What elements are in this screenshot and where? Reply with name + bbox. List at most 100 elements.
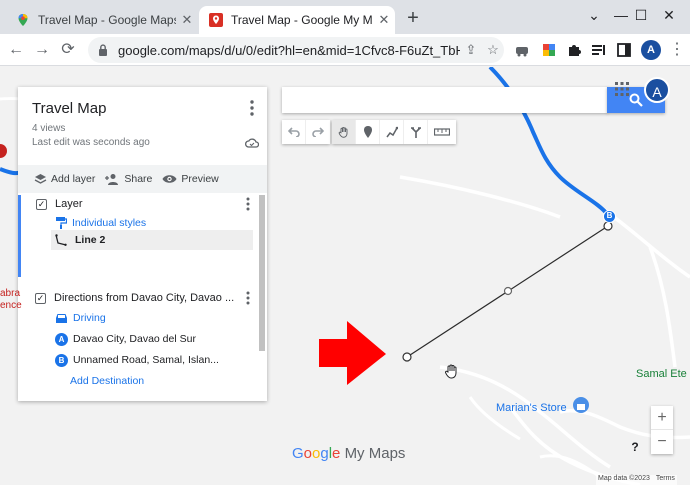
extensions-puzzle-icon[interactable] — [565, 41, 583, 59]
layer-options-icon[interactable] — [243, 197, 253, 211]
more-options-icon[interactable] — [245, 99, 259, 117]
add-marker-icon[interactable] — [356, 120, 380, 144]
layer-name: Layer — [55, 198, 83, 210]
map-search-input[interactable] — [282, 87, 608, 113]
layer-header[interactable]: ✓ Layer — [36, 195, 83, 213]
google-my-maps-logo: Google My Maps — [292, 445, 406, 462]
directions-options-icon[interactable] — [243, 291, 253, 305]
preview-label: Preview — [181, 173, 219, 185]
line-path-icon — [55, 234, 67, 246]
tab-google-maps[interactable]: Travel Map - Google Maps ✕ — [6, 6, 198, 34]
close-tab-icon[interactable]: ✕ — [176, 12, 198, 28]
add-destination-link[interactable]: Add Destination — [70, 373, 144, 389]
stop-a-label: Davao City, Davao del Sur — [73, 333, 196, 345]
profile-avatar[interactable]: A — [641, 40, 661, 60]
stop-b-label: Unnamed Road, Samal, Islan... — [73, 354, 219, 366]
panel-scrollbar[interactable] — [259, 195, 265, 351]
tab-strip: Travel Map - Google Maps ✕ Travel Map - … — [0, 0, 690, 34]
zoom-out-button[interactable]: − — [651, 430, 673, 454]
forward-arrow-icon[interactable]: → — [31, 39, 53, 61]
cloud-saved-icon — [245, 138, 259, 148]
zoom-controls: + − — [651, 406, 673, 454]
add-person-icon — [105, 174, 119, 185]
address-bar[interactable]: google.com/maps/d/u/0/edit?hl=en&mid=1Cf… — [88, 37, 504, 63]
share-label: Share — [124, 173, 153, 185]
directions-layer-header[interactable]: ✓ Directions from Davao City, Davao ... — [35, 289, 245, 307]
map-toolbar — [282, 120, 456, 144]
individual-styles-label: Individual styles — [72, 217, 147, 229]
stop-b-marker: B — [55, 353, 68, 367]
car-icon — [56, 313, 67, 323]
stop-b[interactable]: B Unnamed Road, Samal, Islan... — [55, 352, 219, 368]
google-apps-icon[interactable] — [615, 82, 629, 96]
directions-icon[interactable] — [404, 120, 428, 144]
browser-toolbar: ← → ⟳ google.com/maps/d/u/0/edit?hl=en&m… — [0, 34, 690, 66]
directions-layer-section: ✓ Directions from Davao City, Davao ... … — [18, 285, 267, 401]
tab-google-my-maps[interactable]: Travel Map - Google My Maps ✕ — [199, 6, 395, 34]
maximize-icon[interactable]: ☐ — [630, 4, 652, 26]
driving-label: Driving — [73, 312, 106, 324]
close-window-icon[interactable]: ✕ — [658, 4, 680, 26]
side-panel-icon[interactable] — [615, 41, 633, 59]
map-side-panel: Travel Map 4 views Last edit was seconds… — [18, 87, 267, 401]
driving-mode[interactable]: Driving — [55, 310, 106, 326]
directions-visibility-checkbox[interactable]: ✓ — [35, 292, 46, 304]
map-attribution: Map data ©2023 Terms — [596, 475, 677, 485]
place-label-samal[interactable]: Samal Ete — [636, 368, 687, 380]
my-maps-pin-icon — [209, 13, 223, 27]
browser-menu-icon[interactable]: ⋮ — [666, 39, 688, 61]
map-canvas[interactable]: B A Travel Map 4 views Last edit was sec… — [0, 67, 690, 485]
stop-a[interactable]: A Davao City, Davao del Sur — [55, 331, 196, 347]
red-arrow-annotation — [319, 321, 386, 385]
share-page-icon[interactable]: ⇪ — [460, 42, 482, 58]
zoom-in-button[interactable]: + — [651, 406, 673, 430]
waypoint-b-marker[interactable]: B — [603, 210, 616, 223]
last-edit-status: Last edit was seconds ago — [32, 137, 150, 148]
paint-roller-icon — [56, 217, 67, 229]
place-label-left-2: ence — [0, 300, 22, 311]
hand-pan-icon[interactable] — [332, 120, 356, 144]
preview-button[interactable]: Preview — [162, 173, 219, 185]
stop-a-marker: A — [55, 332, 68, 346]
tab-title: Travel Map - Google My Maps — [231, 13, 373, 27]
hand-cursor-icon — [445, 364, 457, 379]
back-arrow-icon[interactable]: ← — [5, 39, 27, 61]
search-icon — [629, 93, 643, 107]
help-button[interactable]: ? — [628, 440, 642, 454]
bookmark-star-icon[interactable]: ☆ — [482, 42, 504, 58]
tab-title: Travel Map - Google Maps — [38, 13, 176, 27]
new-tab-button[interactable]: + — [402, 8, 424, 30]
undo-icon[interactable] — [282, 120, 306, 144]
panel-actions: Add layer Share Preview — [18, 165, 267, 193]
google-maps-pin-icon — [18, 14, 28, 26]
map-title[interactable]: Travel Map — [32, 100, 106, 117]
extension-car-icon[interactable] — [513, 41, 531, 59]
line-2-label: Line 2 — [75, 234, 106, 246]
add-layer-button[interactable]: Add layer — [34, 173, 95, 185]
redo-icon[interactable] — [306, 120, 330, 144]
individual-styles-link[interactable]: Individual styles — [56, 215, 146, 231]
line-2-item[interactable]: Line 2 — [51, 230, 253, 250]
minimize-icon[interactable]: — — [610, 4, 632, 26]
draw-line-icon[interactable] — [380, 120, 404, 144]
reading-list-icon[interactable] — [590, 41, 608, 59]
place-label-marians-store[interactable]: Marian's Store — [496, 402, 567, 414]
view-count: 4 views — [32, 123, 66, 134]
window-chevron-icon[interactable]: ⌄ — [583, 4, 605, 26]
reload-icon[interactable]: ⟳ — [57, 39, 79, 61]
layer-visibility-checkbox[interactable]: ✓ — [36, 198, 47, 210]
map-data-text: Map data ©2023 — [598, 475, 650, 482]
close-tab-icon[interactable]: ✕ — [373, 12, 395, 28]
lock-icon — [99, 44, 107, 56]
share-button[interactable]: Share — [105, 173, 152, 185]
measure-ruler-icon[interactable] — [428, 120, 456, 144]
eye-icon — [162, 175, 177, 183]
add-destination-label: Add Destination — [70, 375, 145, 387]
account-avatar[interactable]: A — [644, 77, 670, 103]
url-text: google.com/maps/d/u/0/edit?hl=en&mid=1Cf… — [118, 42, 460, 58]
directions-layer-name: Directions from Davao City, Davao ... — [54, 292, 235, 304]
extension-colorful-icon[interactable] — [540, 41, 558, 59]
terms-link[interactable]: Terms — [656, 475, 675, 485]
add-layer-label: Add layer — [51, 173, 96, 185]
place-label-left-1: abra — [0, 288, 21, 299]
